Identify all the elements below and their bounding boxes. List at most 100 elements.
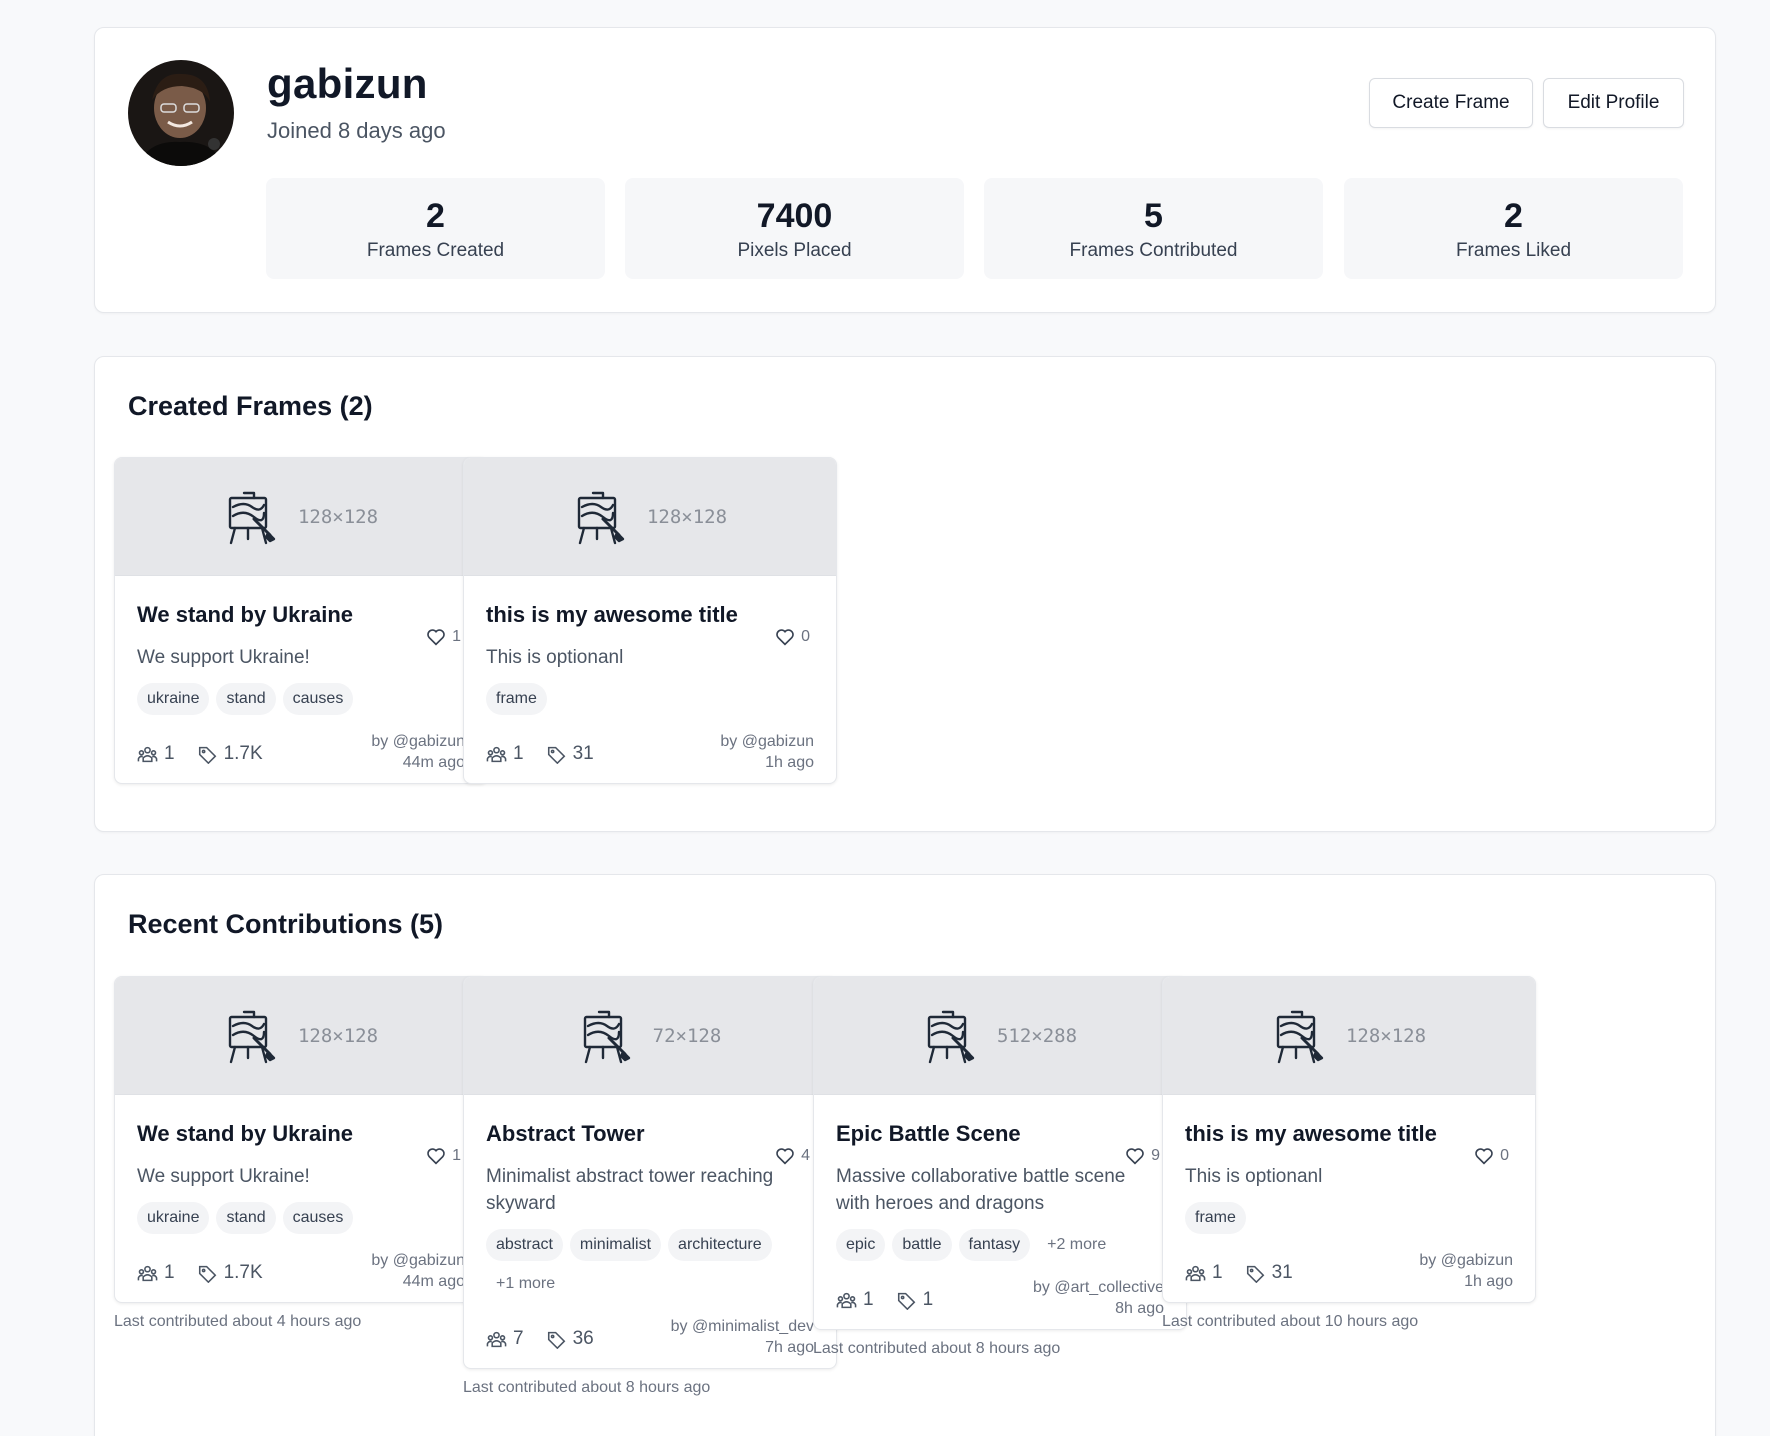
stat-value: 5 bbox=[1144, 197, 1163, 235]
stat-value: 7400 bbox=[756, 197, 833, 235]
frame-title[interactable]: Abstract Tower bbox=[486, 1121, 766, 1147]
like-button[interactable]: 0 bbox=[775, 628, 810, 646]
frame-title[interactable]: this is my awesome title bbox=[486, 602, 766, 628]
more-tags[interactable]: +1 more bbox=[486, 1268, 565, 1300]
users-icon bbox=[486, 746, 507, 762]
frame-thumbnail[interactable]: 128×128 bbox=[115, 977, 487, 1095]
tag-list: epic battle fantasy +2 more bbox=[836, 1229, 1164, 1261]
frame-dimensions: 72×128 bbox=[652, 1024, 722, 1047]
frame-author[interactable]: by @gabizun bbox=[720, 731, 814, 752]
section-title: Created Frames (2) bbox=[128, 391, 373, 421]
easel-icon bbox=[228, 1010, 276, 1063]
frame-time: 7h ago bbox=[765, 1339, 814, 1356]
heart-icon bbox=[427, 629, 445, 646]
frame-title[interactable]: this is my awesome title bbox=[1185, 1121, 1465, 1147]
frame-description: Minimalist abstract tower reaching skywa… bbox=[486, 1166, 774, 1214]
easel-icon bbox=[1276, 1010, 1324, 1063]
frame-author[interactable]: by @art_collective bbox=[1033, 1277, 1164, 1298]
like-button[interactable]: 0 bbox=[1474, 1147, 1509, 1165]
tag-icon bbox=[547, 746, 565, 764]
username: gabizun bbox=[267, 60, 428, 107]
like-count: 1 bbox=[452, 628, 461, 645]
frame-description: Massive collaborative battle scene with … bbox=[836, 1166, 1126, 1214]
tag-chip[interactable]: causes bbox=[282, 683, 354, 715]
like-button[interactable]: 4 bbox=[775, 1147, 810, 1165]
contributors-count: 7 bbox=[486, 1328, 524, 1350]
pixels-count: 31 bbox=[1245, 1262, 1293, 1284]
tag-chip[interactable]: fantasy bbox=[958, 1229, 1031, 1261]
tag-chip[interactable]: causes bbox=[282, 1202, 354, 1234]
stat-frames-liked: 2 Frames Liked bbox=[1344, 178, 1683, 279]
tag-chip[interactable]: stand bbox=[216, 683, 276, 715]
like-button[interactable]: 1 bbox=[426, 1147, 461, 1165]
easel-icon bbox=[583, 1010, 630, 1063]
tag-chip[interactable]: abstract bbox=[486, 1229, 563, 1261]
pixels-count: 1.7K bbox=[197, 1262, 263, 1284]
heart-icon bbox=[776, 629, 794, 646]
frame-thumbnail[interactable]: 128×128 bbox=[115, 458, 487, 576]
tag-chip[interactable]: battle bbox=[892, 1229, 952, 1261]
like-button[interactable]: 9 bbox=[1125, 1147, 1160, 1165]
frame-thumbnail[interactable]: 512×288 bbox=[814, 977, 1186, 1095]
frame-card[interactable]: 128×128 this is my awesome title 0 This … bbox=[463, 457, 837, 784]
users-icon bbox=[137, 746, 158, 762]
tag-chip[interactable]: ukraine bbox=[137, 683, 210, 715]
easel-icon bbox=[927, 1010, 975, 1063]
stat-value: 2 bbox=[1504, 197, 1523, 235]
last-contributed: Last contributed about 4 hours ago bbox=[114, 1313, 362, 1330]
contributors-count: 1 bbox=[137, 1262, 175, 1284]
tag-chip[interactable]: stand bbox=[216, 1202, 276, 1234]
users-icon bbox=[1185, 1265, 1206, 1281]
stat-value: 2 bbox=[426, 197, 445, 235]
tag-icon bbox=[547, 1331, 565, 1349]
frame-card[interactable]: 512×288 Epic Battle Scene 9 Massive coll… bbox=[813, 976, 1187, 1330]
frame-dimensions: 128×128 bbox=[297, 1024, 379, 1047]
edit-profile-button[interactable]: Edit Profile bbox=[1543, 78, 1684, 128]
frame-description: We support Ukraine! bbox=[137, 647, 310, 668]
frame-title[interactable]: We stand by Ukraine bbox=[137, 602, 417, 628]
tag-chip[interactable]: minimalist bbox=[569, 1229, 662, 1261]
frame-time: 1h ago bbox=[765, 754, 814, 771]
pixels-count: 1.7K bbox=[197, 743, 263, 765]
heart-icon bbox=[1126, 1148, 1144, 1165]
frame-author[interactable]: by @minimalist_dev bbox=[671, 1316, 814, 1337]
frame-time: 1h ago bbox=[1464, 1273, 1513, 1290]
tag-chip[interactable]: ukraine bbox=[137, 1202, 210, 1234]
users-icon bbox=[836, 1292, 857, 1308]
stat-label: Pixels Placed bbox=[737, 240, 852, 261]
frame-description: We support Ukraine! bbox=[137, 1166, 310, 1187]
create-frame-button[interactable]: Create Frame bbox=[1369, 78, 1533, 128]
like-count: 4 bbox=[801, 1147, 810, 1164]
frame-title[interactable]: We stand by Ukraine bbox=[137, 1121, 417, 1147]
frame-author[interactable]: by @gabizun bbox=[371, 1250, 465, 1271]
frame-author[interactable]: by @gabizun bbox=[1419, 1250, 1513, 1271]
users-icon bbox=[137, 1265, 158, 1281]
more-tags[interactable]: +2 more bbox=[1037, 1229, 1116, 1261]
frame-author[interactable]: by @gabizun bbox=[371, 731, 465, 752]
easel-icon bbox=[577, 491, 625, 544]
frame-card[interactable]: 128×128 this is my awesome title 0 This … bbox=[1162, 976, 1536, 1303]
like-button[interactable]: 1 bbox=[426, 628, 461, 646]
tag-chip[interactable]: frame bbox=[486, 683, 547, 715]
tag-chip[interactable]: epic bbox=[836, 1229, 886, 1261]
frame-title[interactable]: Epic Battle Scene bbox=[836, 1121, 1116, 1147]
frame-thumbnail[interactable]: 72×128 bbox=[464, 977, 836, 1095]
tag-chip[interactable]: frame bbox=[1185, 1202, 1246, 1234]
frame-description: This is optionanl bbox=[1185, 1166, 1323, 1187]
frame-thumbnail[interactable]: 128×128 bbox=[1163, 977, 1535, 1095]
tag-list: ukraine stand causes bbox=[137, 683, 465, 715]
frame-dimensions: 128×128 bbox=[646, 505, 728, 528]
frame-card[interactable]: 128×128 We stand by Ukraine 1 We support… bbox=[114, 457, 488, 784]
tag-chip[interactable]: architecture bbox=[668, 1229, 772, 1261]
frame-card[interactable]: 72×128 Abstract Tower 4 Minimalist abstr… bbox=[463, 976, 837, 1369]
heart-icon bbox=[1475, 1148, 1493, 1165]
tag-icon bbox=[1246, 1265, 1264, 1283]
avatar bbox=[128, 60, 234, 166]
last-contributed: Last contributed about 10 hours ago bbox=[1162, 1313, 1419, 1330]
frame-thumbnail[interactable]: 128×128 bbox=[464, 458, 836, 576]
tag-list: frame bbox=[486, 683, 814, 715]
tag-list: ukraine stand causes bbox=[137, 1202, 465, 1234]
frame-card[interactable]: 128×128 We stand by Ukraine 1 We support… bbox=[114, 976, 488, 1303]
contributors-count: 1 bbox=[137, 743, 175, 765]
heart-icon bbox=[776, 1148, 794, 1165]
